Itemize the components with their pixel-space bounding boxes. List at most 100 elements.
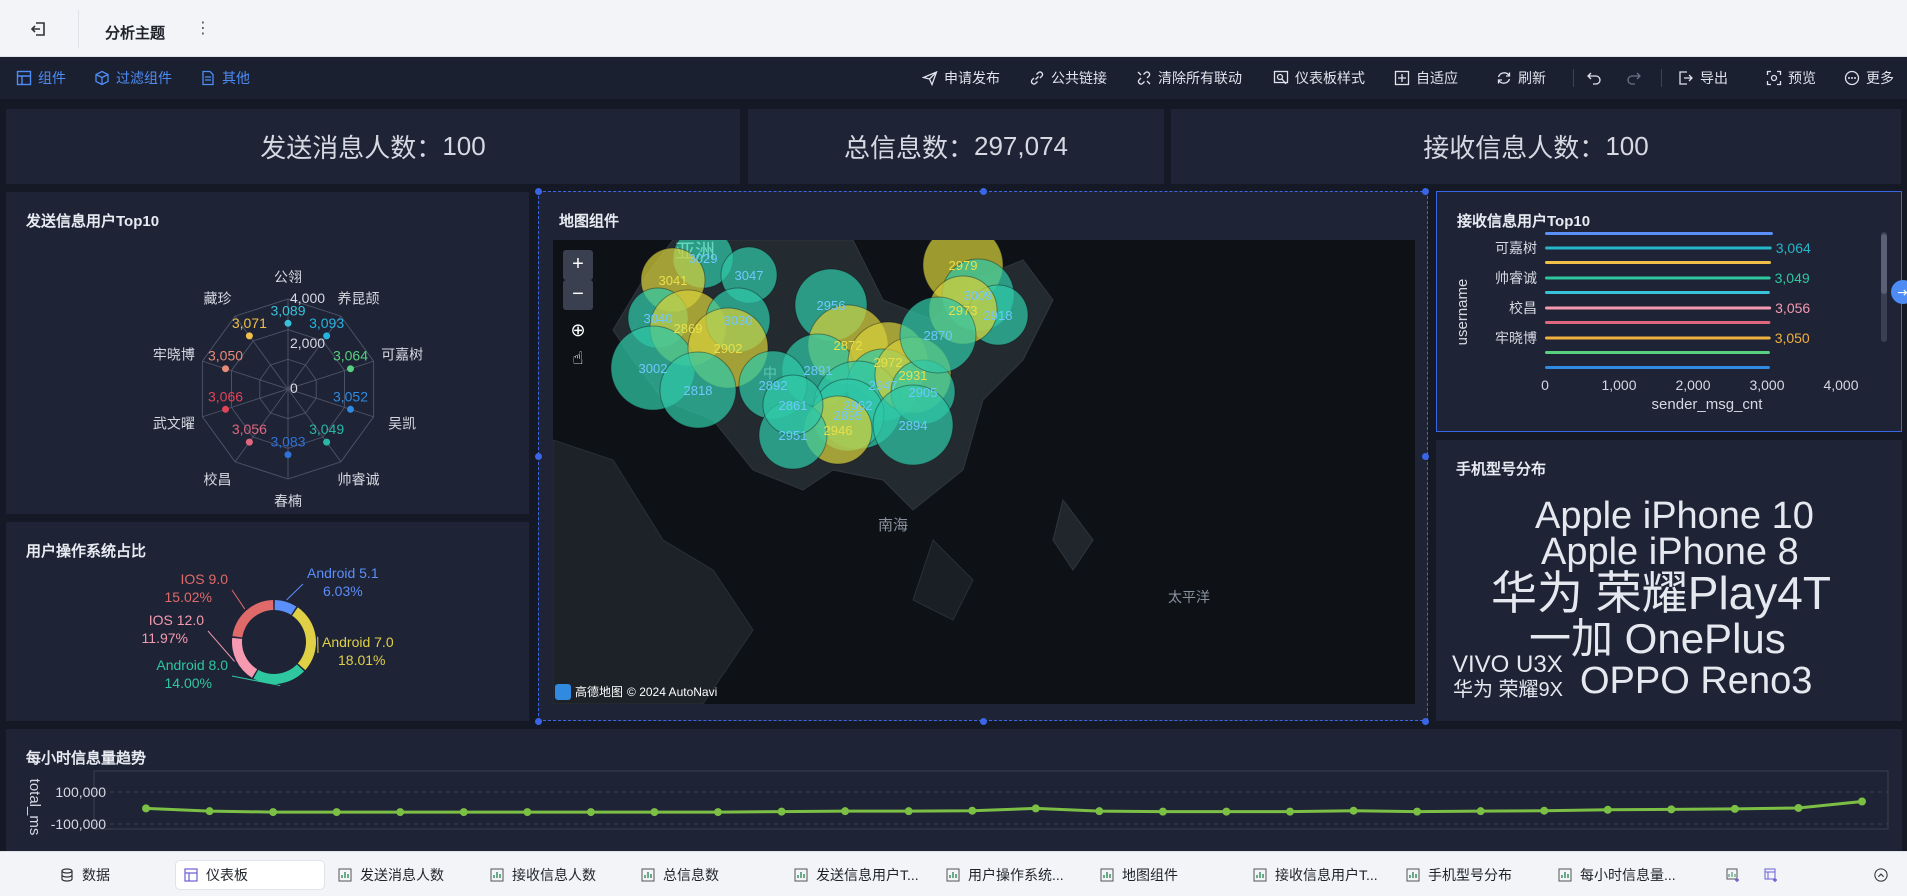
line-point [1095, 807, 1104, 816]
document-icon [202, 70, 214, 86]
publish-button[interactable]: 申请发布 [922, 68, 1000, 88]
bar [1545, 351, 1770, 354]
word-cloud-item[interactable]: Apple iPhone 8 [1541, 533, 1799, 571]
word-cloud-item[interactable]: 华为 荣耀Play4T [1491, 570, 1831, 616]
map-bubble-label: 2861 [779, 398, 808, 413]
resize-handle[interactable] [980, 188, 987, 195]
donut-percent: 18.01% [338, 652, 385, 668]
unlink-icon [1137, 71, 1151, 85]
resize-handle[interactable] [980, 718, 987, 725]
compass-icon[interactable]: ⊕ [563, 316, 593, 346]
kpi-card-senders[interactable]: 发送消息人数： 100 [6, 109, 740, 184]
more-button[interactable]: 更多 [1844, 68, 1894, 88]
donut-slice [232, 637, 258, 678]
map-view[interactable]: 亚洲 南海 太平洋 中 3029304130473040286930303002… [553, 240, 1415, 704]
map-bubble-label: 2905 [909, 385, 938, 400]
word-cloud-item[interactable]: Apple iPhone 10 [1535, 497, 1814, 535]
chart-icon [1100, 868, 1114, 882]
radar-value-label: 3,089 [270, 302, 305, 318]
tab-component[interactable]: 地图组件 [1092, 861, 1186, 889]
radar-axis-name: 吴凯 [388, 416, 416, 432]
filter-component-label: 过滤组件 [116, 70, 172, 86]
chevron-up-circle-icon [1874, 868, 1888, 882]
zoom-out-button[interactable]: − [563, 280, 593, 310]
radar-value-label: 3,071 [232, 315, 267, 331]
tab-component[interactable]: 手机型号分布 [1398, 861, 1520, 889]
redo-button[interactable] [1626, 68, 1642, 88]
donut-percent: 6.03% [323, 583, 363, 599]
tab-dashboard[interactable]: 仪表板 [176, 861, 324, 889]
other-button[interactable]: 其他 [200, 68, 250, 88]
radar-point [222, 405, 230, 413]
bar-chart: 可嘉树 3,064 帅睿诚 3,049 校昌 3,056 牢晓博 3,050 0 1,000 2,0… [1454, 232, 1887, 413]
resize-handle[interactable] [1422, 453, 1429, 460]
tab-component[interactable]: 发送消息人数 [330, 861, 452, 889]
public-link-button[interactable]: 公共链接 [1029, 68, 1107, 88]
radar-value-label: 3,083 [270, 434, 305, 450]
map-bubble-label: 2918 [984, 308, 1013, 323]
tab-component[interactable]: 总信息数 [633, 861, 727, 889]
tab-component[interactable]: 用户操作系统... [938, 861, 1072, 889]
word-cloud-item[interactable]: VIVO U3X [1452, 653, 1563, 677]
more-options-icon[interactable]: ⋮ [195, 18, 212, 38]
resize-handle[interactable] [535, 453, 542, 460]
send-top10-card[interactable]: 发送信息用户Top10 4,000 2,000 0 公翎 3,089 养昆颉 3,093 可嘉… [6, 192, 529, 514]
word-cloud-item[interactable]: 一加 OnePlus [1529, 618, 1786, 660]
phone-models-card[interactable]: 手机型号分布 Apple iPhone 10 Apple iPhone 8 华为… [1436, 440, 1902, 721]
bar-value-label: 3,049 [1775, 270, 1810, 286]
kpi-card-total[interactable]: 总信息数： 297,074 [748, 109, 1164, 184]
adapt-button[interactable]: 自适应 [1394, 68, 1458, 88]
dashboard-style-button[interactable]: 仪表板样式 [1273, 68, 1365, 88]
map-bubble-label: 2870 [924, 328, 953, 343]
kpi-card-receivers[interactable]: 接收信息人数： 100 [1171, 109, 1901, 184]
radar-point [323, 438, 331, 446]
kpi-value: 100 [442, 131, 486, 161]
tab-label: 仪表板 [206, 867, 248, 883]
zoom-in-button[interactable]: + [563, 250, 593, 280]
hand-icon[interactable]: ☝ [563, 344, 593, 374]
chart-icon [1558, 868, 1572, 882]
export-button[interactable]: 导出 [1678, 68, 1728, 88]
tab-component[interactable]: 接收信息用户T... [1245, 861, 1386, 889]
undo-button[interactable] [1586, 68, 1602, 88]
filter-component-button[interactable]: 过滤组件 [94, 68, 172, 88]
hourly-trend-card[interactable]: 每小时信息量趋势 100,000 -100,000 total_ms [6, 729, 1902, 851]
resize-handle[interactable] [1422, 718, 1429, 725]
word-cloud-item[interactable]: OPPO Reno3 [1580, 662, 1812, 700]
line-point [650, 808, 659, 817]
kpi-colon: ： [416, 133, 443, 163]
tab-component[interactable]: 接收信息人数 [482, 861, 604, 889]
clear-links-button[interactable]: 清除所有联动 [1136, 68, 1242, 88]
recv-top10-card[interactable]: 接收信息用户Top10 可嘉树 3,064 帅睿诚 3,049 校昌 3,056 牢晓博 3,… [1436, 191, 1907, 432]
add-component-button[interactable] [1718, 861, 1748, 889]
refresh-button[interactable]: 刷新 [1496, 68, 1546, 88]
add-dashboard-button[interactable] [1756, 861, 1786, 889]
map-canvas: 亚洲 南海 太平洋 中 3029304130473040286930303002… [553, 240, 1210, 704]
map-bubble-label: 2979 [949, 258, 978, 273]
public-link-label: 公共链接 [1051, 70, 1107, 86]
more-circle-icon [1844, 70, 1860, 86]
preview-button[interactable]: 预览 [1766, 68, 1816, 88]
divider [1661, 69, 1662, 87]
tab-component[interactable]: 每小时信息量... [1550, 861, 1684, 889]
kpi-value: 297,074 [974, 131, 1068, 161]
resize-handle[interactable] [535, 188, 542, 195]
map-bubble-label: 2931 [899, 368, 928, 383]
map-bubble-label: 2892 [759, 378, 788, 393]
component-button[interactable]: 组件 [16, 68, 66, 88]
map-card[interactable]: 地图组件 亚洲 南海 太平洋 中 30293041304730402869303… [535, 188, 1429, 725]
dashboard-canvas: 发送消息人数： 100 总信息数： 297,074 接收信息人数： 100 发送信息用… [0, 99, 1907, 851]
bar [1545, 336, 1771, 340]
tab-label: 数据 [82, 867, 110, 883]
os-share-card[interactable]: 用户操作系统占比 Android 5.1 6.03% Android 7.0 18.0… [6, 522, 529, 721]
word-cloud-item[interactable]: 华为 荣耀9X [1453, 680, 1563, 700]
resize-handle[interactable] [535, 718, 542, 725]
dashboard-style-label: 仪表板样式 [1295, 70, 1365, 86]
resize-handle[interactable] [1422, 188, 1429, 195]
back-icon[interactable] [30, 20, 48, 38]
card-title: 手机型号分布 [1456, 461, 1547, 478]
tab-data[interactable]: 数据 [52, 861, 118, 889]
collapse-button[interactable] [1866, 861, 1896, 889]
bar [1545, 366, 1770, 369]
tab-component[interactable]: 发送信息用户T... [786, 861, 927, 889]
